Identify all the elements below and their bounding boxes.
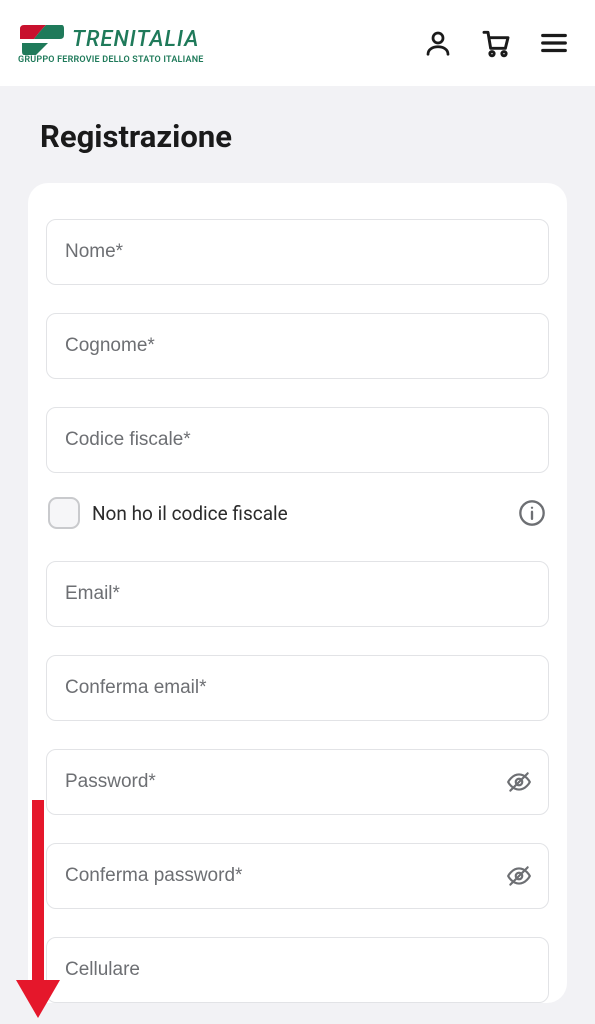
conferma-password-field[interactable] — [65, 865, 530, 887]
cognome-field-wrapper — [46, 313, 549, 379]
codice-fiscale-field-wrapper — [46, 407, 549, 473]
password-field-wrapper — [46, 749, 549, 815]
no-cf-label: Non ho il codice fiscale — [92, 502, 288, 525]
nome-field[interactable] — [65, 241, 530, 263]
codice-fiscale-field[interactable] — [65, 429, 530, 451]
logo-mark-icon — [18, 21, 66, 57]
page-body: Registrazione Non ho il codice fiscale — [0, 86, 595, 1003]
cart-icon[interactable] — [479, 26, 513, 60]
eye-off-icon[interactable] — [504, 861, 534, 891]
header: TRENITALIA GRUPPO FERROVIE DELLO STATO I… — [0, 0, 595, 86]
conferma-password-field-wrapper — [46, 843, 549, 909]
email-field-wrapper — [46, 561, 549, 627]
no-cf-row: Non ho il codice fiscale — [48, 497, 547, 529]
registration-card: Non ho il codice fiscale — [28, 183, 567, 1003]
cognome-field[interactable] — [65, 335, 530, 357]
account-icon[interactable] — [421, 26, 455, 60]
info-icon[interactable] — [517, 498, 547, 528]
page-title: Registrazione — [40, 118, 579, 155]
eye-off-icon[interactable] — [504, 767, 534, 797]
brand-logo[interactable]: TRENITALIA GRUPPO FERROVIE DELLO STATO I… — [18, 21, 204, 65]
menu-icon[interactable] — [537, 26, 571, 60]
nome-field-wrapper — [46, 219, 549, 285]
brand-name: TRENITALIA — [72, 27, 199, 52]
email-field[interactable] — [65, 583, 530, 605]
header-actions — [421, 26, 571, 60]
cellulare-field[interactable] — [65, 959, 530, 981]
conferma-email-field-wrapper — [46, 655, 549, 721]
cellulare-field-wrapper — [46, 937, 549, 1003]
password-field[interactable] — [65, 771, 530, 793]
conferma-email-field[interactable] — [65, 677, 530, 699]
no-cf-checkbox[interactable] — [48, 497, 80, 529]
